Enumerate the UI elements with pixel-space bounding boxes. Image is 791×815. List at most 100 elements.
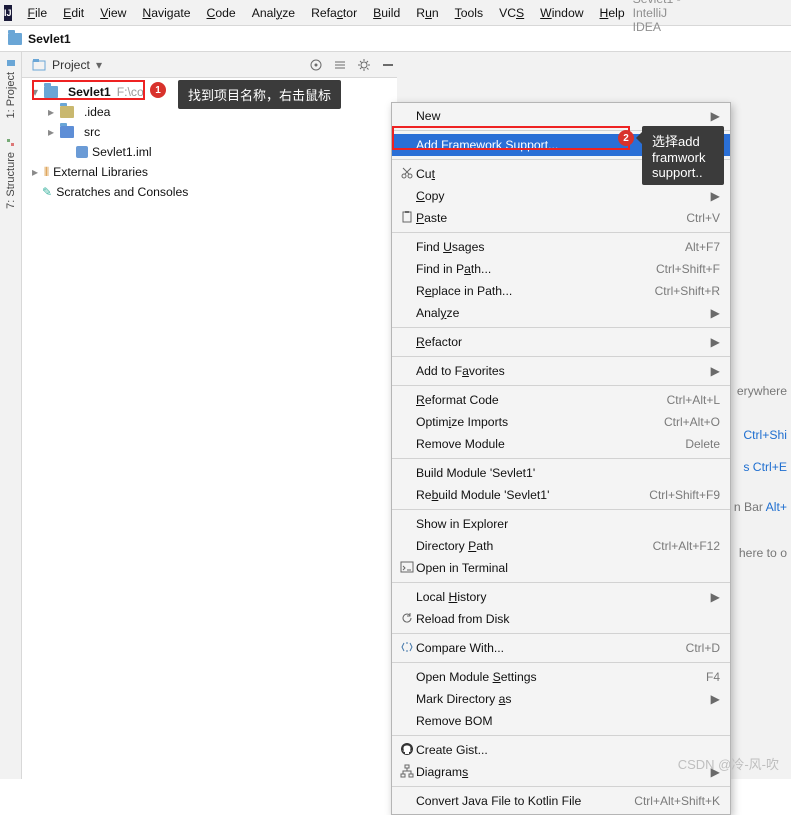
menu-item-paste[interactable]: PasteCtrl+V — [392, 207, 730, 229]
menu-window[interactable]: Window — [532, 6, 591, 20]
window-title: Sevlet1 - IntelliJ IDEA — [633, 0, 791, 34]
chevron-down-icon[interactable]: ▾ — [32, 85, 42, 99]
menu-item-remove-bom[interactable]: Remove BOM — [392, 710, 730, 732]
menu-item-label: Mark Directory as — [416, 692, 711, 706]
menu-item-find-in-path[interactable]: Find in Path...Ctrl+Shift+F — [392, 258, 730, 280]
menu-item-label: Build Module 'Sevlet1' — [416, 466, 720, 480]
shortcut-label: Ctrl+Shift+R — [655, 284, 720, 298]
terminal-icon — [398, 560, 416, 577]
menu-item-label: Open in Terminal — [416, 561, 720, 575]
menu-item-label: Create Gist... — [416, 743, 720, 757]
compare-icon — [398, 640, 416, 657]
menu-item-analyze[interactable]: Analyze▶ — [392, 302, 730, 324]
watermark: CSDN @冷-风-吹 — [678, 754, 779, 773]
breadcrumb-root[interactable]: Sevlet1 — [28, 32, 71, 46]
sources-folder-icon — [60, 126, 74, 138]
annotation-badge-2: 2 — [618, 130, 634, 146]
tree-external-libraries[interactable]: ▸⫴External Libraries — [22, 162, 397, 182]
menu-item-reformat-code[interactable]: Reformat CodeCtrl+Alt+L — [392, 389, 730, 411]
chevron-right-icon[interactable]: ▸ — [48, 125, 58, 139]
menu-edit[interactable]: Edit — [55, 6, 92, 20]
menu-item-local-history[interactable]: Local History▶ — [392, 586, 730, 608]
side-tab-project[interactable]: 1: Project — [0, 52, 21, 118]
shortcut-label: F4 — [706, 670, 720, 684]
gear-icon[interactable] — [355, 56, 373, 74]
menu-vcs[interactable]: VCS — [491, 6, 532, 20]
submenu-arrow-icon: ▶ — [711, 590, 720, 604]
menu-item-refactor[interactable]: Refactor▶ — [392, 331, 730, 353]
annotation-tip-2: 选择add framwork support.. — [642, 126, 724, 185]
menu-item-label: Analyze — [416, 306, 711, 320]
hint-text: n Bar Alt+ — [734, 500, 787, 514]
menu-item-label: Remove Module — [416, 437, 685, 451]
menu-code[interactable]: Code — [199, 6, 244, 20]
menu-build[interactable]: Build — [365, 6, 408, 20]
menu-item-copy[interactable]: Copy▶ — [392, 185, 730, 207]
menu-item-rebuild-module-sevlet1[interactable]: Rebuild Module 'Sevlet1'Ctrl+Shift+F9 — [392, 484, 730, 506]
module-icon — [44, 86, 58, 98]
scratches-icon: ✎ — [42, 185, 52, 199]
menu-item-label: Diagrams — [416, 765, 711, 779]
menu-item-label: Reformat Code — [416, 393, 667, 407]
menu-item-convert-java-file-to-kotlin-file[interactable]: Convert Java File to Kotlin FileCtrl+Alt… — [392, 790, 730, 812]
menu-item-remove-module[interactable]: Remove ModuleDelete — [392, 433, 730, 455]
menu-item-label: Find in Path... — [416, 262, 656, 276]
menu-help[interactable]: Help — [592, 6, 633, 20]
github-icon — [398, 742, 416, 759]
menu-item-mark-directory-as[interactable]: Mark Directory as▶ — [392, 688, 730, 710]
context-menu: New▶Add Framework Support...CutCtrl+XCop… — [391, 102, 731, 815]
shortcut-label: Delete — [685, 437, 720, 451]
menu-item-open-in-terminal[interactable]: Open in Terminal — [392, 557, 730, 579]
menu-tools[interactable]: Tools — [447, 6, 491, 20]
annotation-badge-1: 1 — [150, 82, 166, 98]
app-icon: IJ — [4, 5, 12, 21]
menu-item-label: Paste — [416, 211, 686, 225]
chevron-right-icon[interactable]: ▸ — [48, 105, 58, 119]
chevron-down-icon[interactable]: ▾ — [96, 58, 102, 72]
shortcut-label: Ctrl+Alt+L — [667, 393, 720, 407]
menu-item-add-to-favorites[interactable]: Add to Favorites▶ — [392, 360, 730, 382]
menu-item-label: Compare With... — [416, 641, 686, 655]
shortcut-label: Ctrl+D — [686, 641, 720, 655]
main-menu-bar: IJ FileEditViewNavigateCodeAnalyzeRefact… — [0, 0, 791, 26]
target-icon[interactable] — [307, 56, 325, 74]
tree-node-src[interactable]: ▸src — [22, 122, 397, 142]
menu-refactor[interactable]: Refactor — [303, 6, 365, 20]
folder-icon — [60, 106, 74, 118]
menu-item-directory-path[interactable]: Directory PathCtrl+Alt+F12 — [392, 535, 730, 557]
menu-item-label: Remove BOM — [416, 714, 720, 728]
shortcut-label: Ctrl+Alt+O — [664, 415, 720, 429]
submenu-arrow-icon: ▶ — [711, 692, 720, 706]
minimize-icon[interactable] — [379, 56, 397, 74]
menu-view[interactable]: View — [92, 6, 134, 20]
tree-scratches[interactable]: ✎Scratches and Consoles — [22, 182, 397, 202]
reload-icon — [398, 611, 416, 628]
folder-icon — [8, 33, 22, 45]
side-tab-structure[interactable]: 7: Structure — [0, 132, 21, 209]
expand-icon[interactable] — [331, 56, 349, 74]
menu-item-label: Open Module Settings — [416, 670, 706, 684]
menu-item-reload-from-disk[interactable]: Reload from Disk — [392, 608, 730, 630]
menu-run[interactable]: Run — [408, 6, 446, 20]
menu-item-replace-in-path[interactable]: Replace in Path...Ctrl+Shift+R — [392, 280, 730, 302]
menu-item-build-module-sevlet1[interactable]: Build Module 'Sevlet1' — [392, 462, 730, 484]
menu-item-label: Show in Explorer — [416, 517, 720, 531]
submenu-arrow-icon: ▶ — [711, 189, 720, 203]
left-tool-strip: 1: Project 7: Structure — [0, 52, 22, 779]
menu-item-compare-with[interactable]: Compare With...Ctrl+D — [392, 637, 730, 659]
menu-item-new[interactable]: New▶ — [392, 105, 730, 127]
menu-analyze[interactable]: Analyze — [244, 6, 303, 20]
tool-window-title[interactable]: Project — [52, 58, 90, 72]
project-tool-header: Project ▾ — [22, 52, 397, 78]
menu-item-find-usages[interactable]: Find UsagesAlt+F7 — [392, 236, 730, 258]
menu-navigate[interactable]: Navigate — [134, 6, 198, 20]
menu-file[interactable]: File — [20, 6, 56, 20]
tree-node-iml[interactable]: Sevlet1.iml — [22, 142, 397, 162]
menu-item-label: Add to Favorites — [416, 364, 711, 378]
menu-item-show-in-explorer[interactable]: Show in Explorer — [392, 513, 730, 535]
file-icon — [76, 146, 88, 158]
menu-item-open-module-settings[interactable]: Open Module SettingsF4 — [392, 666, 730, 688]
menu-item-optimize-imports[interactable]: Optimize ImportsCtrl+Alt+O — [392, 411, 730, 433]
chevron-right-icon[interactable]: ▸ — [32, 165, 42, 179]
hint-text: erywhere — [737, 384, 787, 398]
